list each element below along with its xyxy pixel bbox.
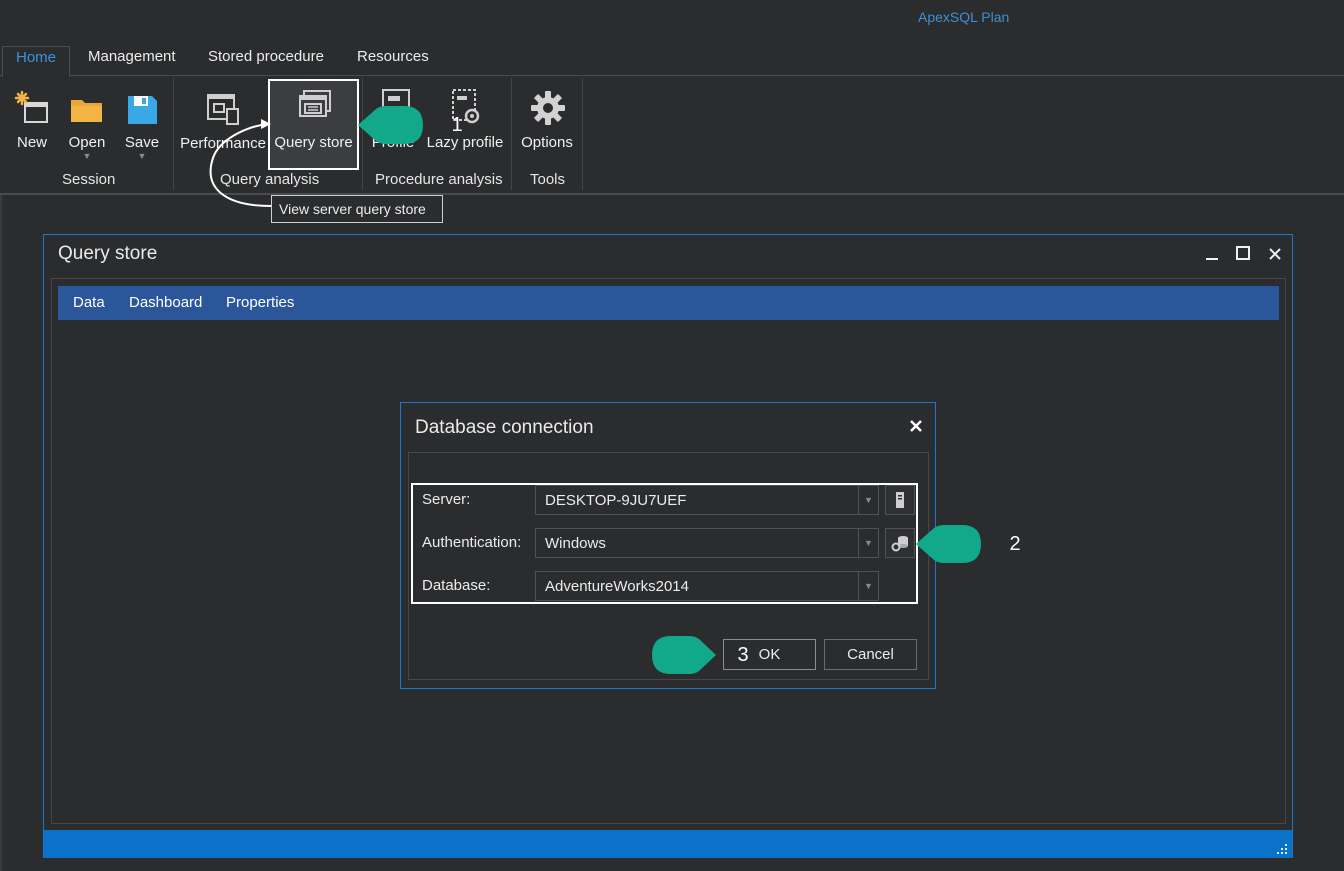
callout-2-label: 2: [1009, 533, 1021, 555]
save-dropdown-icon[interactable]: ▼: [118, 151, 166, 161]
callout-3: 3: [651, 635, 749, 675]
authentication-value: Windows: [545, 535, 606, 552]
group-label-session: Session: [62, 171, 116, 188]
status-bar: [44, 830, 1292, 858]
authentication-label: Authentication:: [422, 534, 522, 551]
save-icon: [118, 86, 166, 128]
server-browse-button[interactable]: [885, 485, 915, 515]
app-title: ApexSQL Plan: [918, 9, 1010, 25]
gear-icon: [518, 86, 576, 128]
window-title: Query store: [58, 243, 158, 264]
callout-1-label: 1: [451, 114, 463, 136]
tab-stored-procedure[interactable]: Stored procedure: [198, 46, 334, 76]
tooltip: View server query store: [271, 195, 443, 223]
save-label: Save: [124, 134, 160, 151]
folder-icon: [62, 86, 112, 128]
menu-data[interactable]: Data: [73, 294, 105, 311]
server-icon: [896, 492, 904, 508]
server-label: Server:: [422, 491, 471, 508]
resize-grip-icon[interactable]: [1276, 843, 1288, 856]
group-label-tools: Tools: [530, 171, 566, 188]
chevron-down-icon[interactable]: ▼: [858, 572, 878, 600]
dialog-close-icon[interactable]: [906, 416, 926, 436]
new-button[interactable]: New: [8, 86, 56, 151]
new-icon: [8, 86, 56, 128]
server-value: DESKTOP-9JU7UEF: [545, 492, 687, 509]
tab-home[interactable]: Home: [2, 46, 70, 77]
maximize-icon[interactable]: [1235, 244, 1255, 264]
ribbon-bottom-border: [0, 193, 1344, 195]
save-button[interactable]: Save ▼: [118, 86, 166, 161]
close-icon[interactable]: [1266, 244, 1286, 264]
callout-3-label: 3: [737, 644, 749, 666]
callout-2: 2: [916, 524, 1021, 564]
server-combobox[interactable]: DESKTOP-9JU7UEF ▼: [535, 485, 879, 515]
database-value: AdventureWorks2014: [545, 578, 689, 595]
callout-1: 1: [358, 105, 463, 145]
database-combobox[interactable]: AdventureWorks2014 ▼: [535, 571, 879, 601]
menu-dashboard[interactable]: Dashboard: [129, 294, 202, 311]
database-label: Database:: [422, 577, 491, 594]
tab-management[interactable]: Management: [78, 46, 186, 76]
chevron-down-icon[interactable]: ▼: [858, 529, 878, 557]
options-label: Options: [521, 134, 573, 151]
open-dropdown-icon[interactable]: ▼: [62, 151, 112, 161]
connection-settings-button[interactable]: [885, 528, 915, 558]
content-border: [0, 195, 2, 871]
database-settings-icon: [891, 536, 908, 552]
open-button[interactable]: Open ▼: [62, 86, 112, 161]
dialog-title: Database connection: [415, 417, 594, 438]
open-label: Open: [68, 134, 106, 151]
menubar: Data Dashboard Properties: [58, 286, 1279, 320]
chevron-down-icon[interactable]: ▼: [858, 486, 878, 514]
new-label: New: [16, 134, 47, 151]
cancel-button[interactable]: Cancel: [824, 639, 917, 670]
authentication-combobox[interactable]: Windows ▼: [535, 528, 879, 558]
options-button[interactable]: Options: [518, 86, 576, 151]
group-label-procedure-analysis: Procedure analysis: [375, 171, 503, 188]
menu-properties[interactable]: Properties: [226, 294, 294, 311]
tab-resources[interactable]: Resources: [347, 46, 439, 76]
minimize-icon[interactable]: [1204, 244, 1224, 264]
ribbon-separator: [582, 78, 583, 190]
ribbon-separator: [511, 78, 512, 190]
ribbon-separator: [173, 78, 174, 190]
